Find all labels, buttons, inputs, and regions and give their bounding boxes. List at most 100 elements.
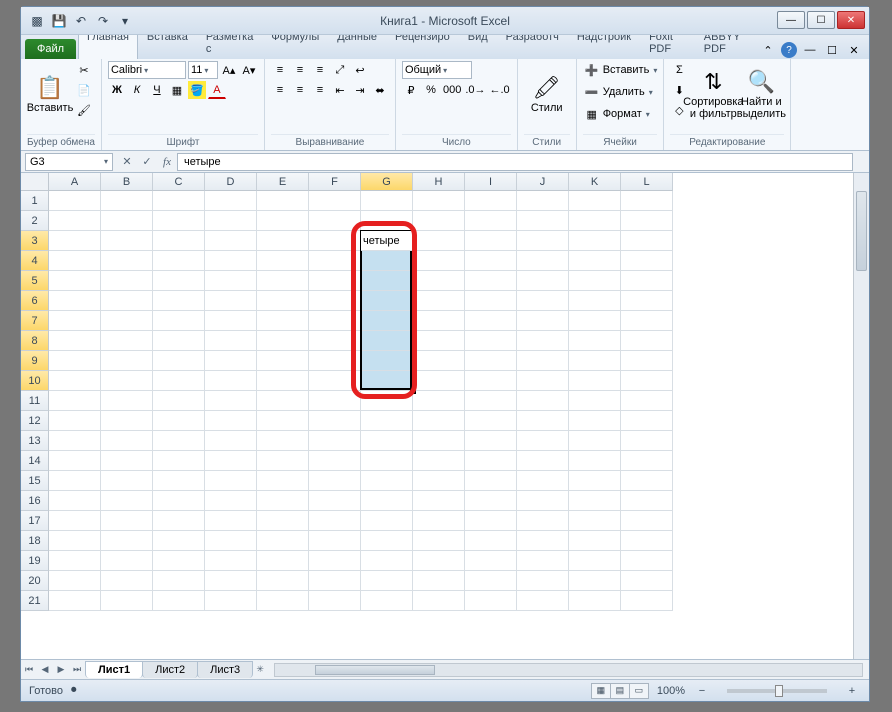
cell-I18[interactable] xyxy=(465,531,517,551)
cell-E16[interactable] xyxy=(257,491,309,511)
cell-I5[interactable] xyxy=(465,271,517,291)
col-header-L[interactable]: L xyxy=(621,173,673,191)
cell-J16[interactable] xyxy=(517,491,569,511)
cell-D4[interactable] xyxy=(205,251,257,271)
cell-C13[interactable] xyxy=(153,431,205,451)
cell-F19[interactable] xyxy=(309,551,361,571)
cell-J7[interactable] xyxy=(517,311,569,331)
cell-L3[interactable] xyxy=(621,231,673,251)
cell-L4[interactable] xyxy=(621,251,673,271)
cell-A19[interactable] xyxy=(49,551,101,571)
cell-A2[interactable] xyxy=(49,211,101,231)
cell-D3[interactable] xyxy=(205,231,257,251)
align-left-icon[interactable]: ≡ xyxy=(271,81,289,99)
cell-C15[interactable] xyxy=(153,471,205,491)
cell-I15[interactable] xyxy=(465,471,517,491)
row-header-16[interactable]: 16 xyxy=(21,491,49,511)
delete-cells-button[interactable]: Удалить xyxy=(603,86,645,98)
row-header-15[interactable]: 15 xyxy=(21,471,49,491)
cell-B4[interactable] xyxy=(101,251,153,271)
page-break-button[interactable]: ▭ xyxy=(629,683,649,699)
zoom-level[interactable]: 100% xyxy=(657,685,685,697)
row-header-14[interactable]: 14 xyxy=(21,451,49,471)
cell-D5[interactable] xyxy=(205,271,257,291)
cell-A7[interactable] xyxy=(49,311,101,331)
cell-I21[interactable] xyxy=(465,591,517,611)
cell-C11[interactable] xyxy=(153,391,205,411)
cell-J17[interactable] xyxy=(517,511,569,531)
cell-I14[interactable] xyxy=(465,451,517,471)
cell-B13[interactable] xyxy=(101,431,153,451)
name-box[interactable]: G3▾ xyxy=(25,153,113,171)
cell-D15[interactable] xyxy=(205,471,257,491)
cell-E2[interactable] xyxy=(257,211,309,231)
cell-L10[interactable] xyxy=(621,371,673,391)
cell-K9[interactable] xyxy=(569,351,621,371)
font-name-combo[interactable]: Calibri▾ xyxy=(108,61,186,79)
cancel-formula-icon[interactable]: ✕ xyxy=(117,155,137,168)
cell-J21[interactable] xyxy=(517,591,569,611)
cell-I8[interactable] xyxy=(465,331,517,351)
cell-J14[interactable] xyxy=(517,451,569,471)
cell-F18[interactable] xyxy=(309,531,361,551)
cell-K15[interactable] xyxy=(569,471,621,491)
cell-B15[interactable] xyxy=(101,471,153,491)
cell-D21[interactable] xyxy=(205,591,257,611)
formula-input[interactable]: четыре xyxy=(177,153,853,171)
cell-D1[interactable] xyxy=(205,191,257,211)
save-button[interactable]: 💾 xyxy=(49,11,69,31)
col-header-K[interactable]: K xyxy=(569,173,621,191)
minimize-button[interactable]: — xyxy=(777,11,805,29)
ribbon-minimize-icon[interactable]: ⌃ xyxy=(759,41,777,59)
format-cells-button[interactable]: Формат xyxy=(603,108,642,120)
row-header-5[interactable]: 5 xyxy=(21,271,49,291)
cell-C3[interactable] xyxy=(153,231,205,251)
cell-J10[interactable] xyxy=(517,371,569,391)
cell-L5[interactable] xyxy=(621,271,673,291)
cell-H8[interactable] xyxy=(413,331,465,351)
cell-A21[interactable] xyxy=(49,591,101,611)
cell-K12[interactable] xyxy=(569,411,621,431)
decrease-decimal-icon[interactable]: ←.0 xyxy=(489,81,511,99)
align-right-icon[interactable]: ≡ xyxy=(311,81,329,99)
cell-L15[interactable] xyxy=(621,471,673,491)
cell-K19[interactable] xyxy=(569,551,621,571)
cell-A6[interactable] xyxy=(49,291,101,311)
vscroll-thumb[interactable] xyxy=(856,191,867,271)
cell-K6[interactable] xyxy=(569,291,621,311)
zoom-thumb[interactable] xyxy=(775,685,783,697)
col-header-D[interactable]: D xyxy=(205,173,257,191)
cell-F6[interactable] xyxy=(309,291,361,311)
cell-L1[interactable] xyxy=(621,191,673,211)
horizontal-scrollbar[interactable] xyxy=(274,663,863,677)
cell-E19[interactable] xyxy=(257,551,309,571)
cell-G6[interactable] xyxy=(361,291,413,311)
cell-D7[interactable] xyxy=(205,311,257,331)
cell-J6[interactable] xyxy=(517,291,569,311)
cell-G19[interactable] xyxy=(361,551,413,571)
cell-F13[interactable] xyxy=(309,431,361,451)
cell-C14[interactable] xyxy=(153,451,205,471)
cell-C6[interactable] xyxy=(153,291,205,311)
cell-A17[interactable] xyxy=(49,511,101,531)
cell-L11[interactable] xyxy=(621,391,673,411)
cell-L6[interactable] xyxy=(621,291,673,311)
cell-L19[interactable] xyxy=(621,551,673,571)
cell-K11[interactable] xyxy=(569,391,621,411)
merge-icon[interactable]: ⬌ xyxy=(371,81,389,99)
cell-H5[interactable] xyxy=(413,271,465,291)
cell-C4[interactable] xyxy=(153,251,205,271)
cell-J18[interactable] xyxy=(517,531,569,551)
excel-icon[interactable]: ▩ xyxy=(27,11,47,31)
cell-H10[interactable] xyxy=(413,371,465,391)
cell-L8[interactable] xyxy=(621,331,673,351)
cell-H13[interactable] xyxy=(413,431,465,451)
sheet-tab-Лист3[interactable]: Лист3 xyxy=(197,661,253,678)
cell-B18[interactable] xyxy=(101,531,153,551)
row-header-1[interactable]: 1 xyxy=(21,191,49,211)
cell-I16[interactable] xyxy=(465,491,517,511)
cell-H12[interactable] xyxy=(413,411,465,431)
cell-H3[interactable] xyxy=(413,231,465,251)
cell-C20[interactable] xyxy=(153,571,205,591)
cell-L13[interactable] xyxy=(621,431,673,451)
